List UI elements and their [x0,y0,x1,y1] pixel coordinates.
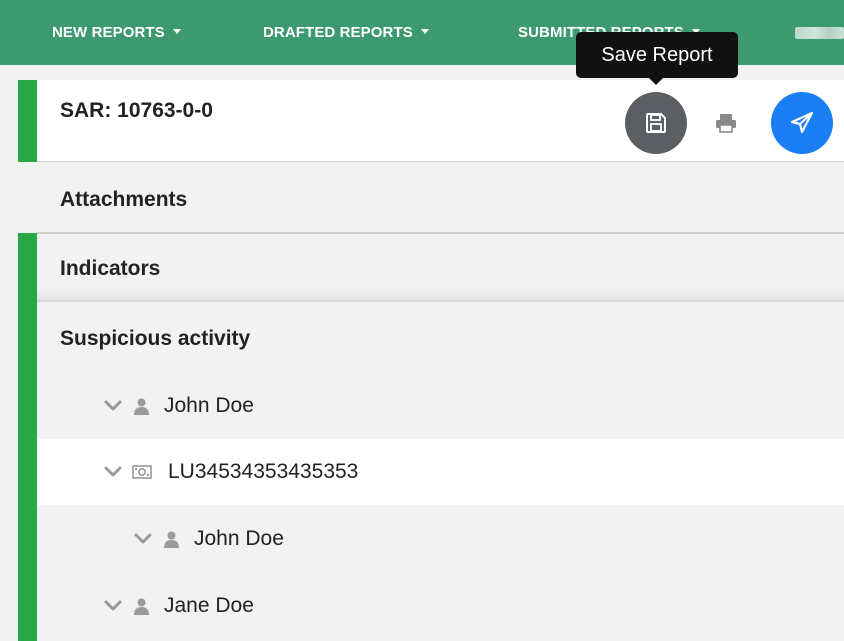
divider [37,300,844,302]
indicators-label: Indicators [60,257,161,280]
chevron-down-icon[interactable] [133,529,153,549]
tree-item-label: LU34534353435353 [168,460,359,483]
suspicious-activity-accent-stripe [18,301,37,641]
save-report-tooltip: Save Report [576,32,738,85]
tree-item[interactable]: LU34534353435353 [37,439,844,505]
tree-item-label: John Doe [194,527,284,550]
save-report-button[interactable] [625,92,687,154]
indicators-accent-stripe [18,233,37,301]
section-shadow [37,287,844,301]
nav-new-reports-label: NEW REPORTS [52,24,165,41]
tooltip-text: Save Report [601,44,713,66]
tree-item[interactable]: Jane Doe [37,573,844,639]
user-icon [132,596,150,616]
chevron-down-icon[interactable] [103,396,123,416]
nav-drafted-reports-label: DRAFTED REPORTS [263,24,413,41]
chevron-down-icon[interactable] [103,596,123,616]
tree-item[interactable]: John Doe [37,373,844,439]
tree-item-label: Jane Doe [164,594,254,617]
nav-new-reports[interactable]: NEW REPORTS [52,24,181,41]
tree-item[interactable]: John Doe [37,506,844,572]
user-icon [132,396,150,416]
attachments-label: Attachments [60,188,188,211]
tree-item-label: John Doe [164,394,254,417]
nav-drafted-reports[interactable]: DRAFTED REPORTS [263,24,429,41]
paper-plane-icon [790,111,814,134]
floppy-disk-icon [646,113,666,133]
print-button[interactable] [710,108,742,138]
printer-icon [716,114,736,133]
submit-report-button[interactable] [771,92,833,154]
caret-down-icon [420,28,429,34]
report-title: SAR: 10763-0-0 [60,99,213,122]
chevron-down-icon[interactable] [103,462,123,482]
header-accent-stripe [18,80,37,162]
money-icon [132,462,152,482]
suspicious-activity-label: Suspicious activity [60,327,251,350]
nav-user-menu[interactable] [795,27,844,39]
caret-down-icon [172,28,181,34]
user-icon [162,529,180,549]
